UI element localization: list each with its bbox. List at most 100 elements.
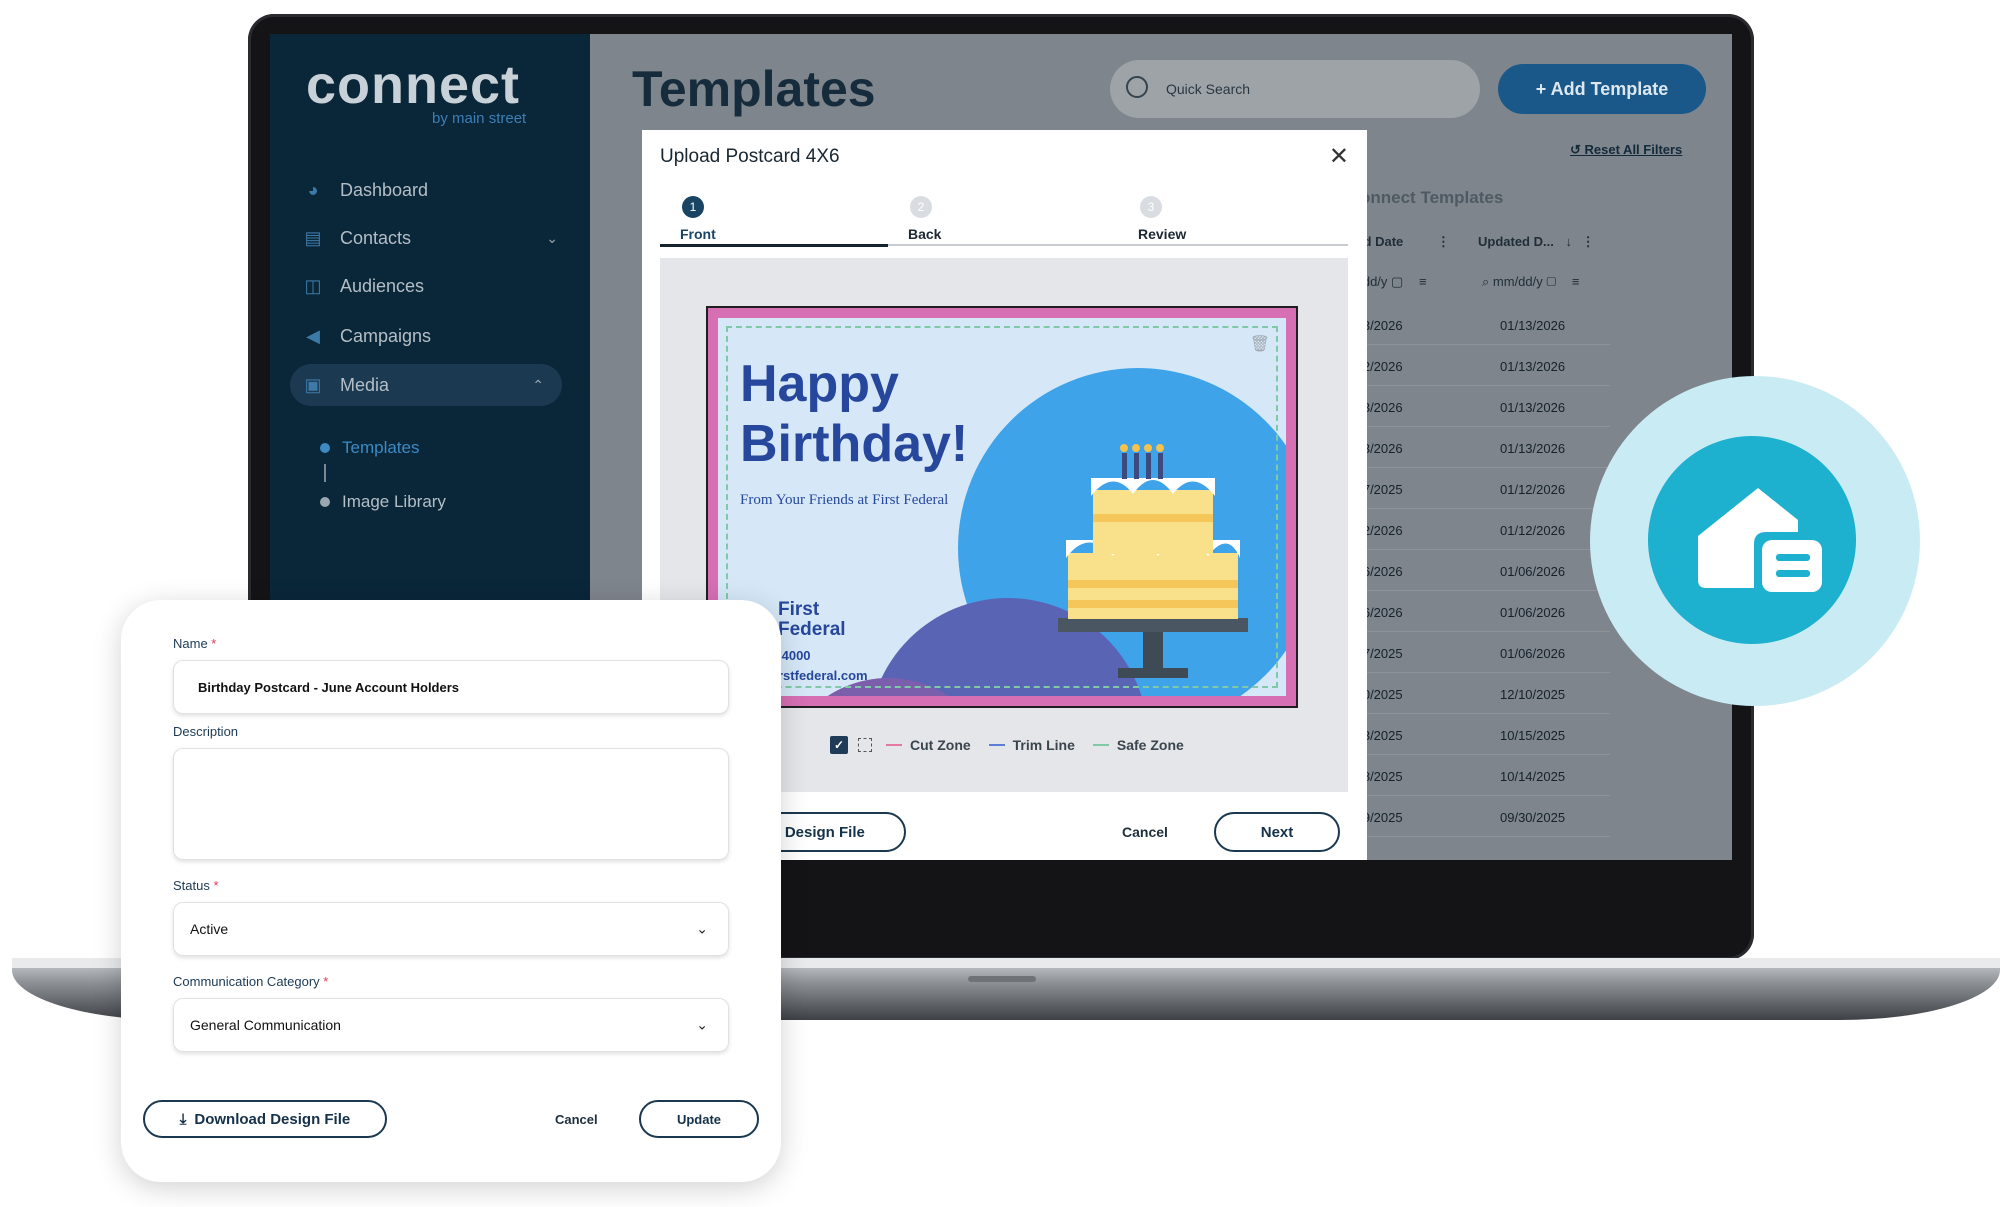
sidebar-item-media[interactable]: ▣ Media ⌃ (290, 364, 562, 406)
checkbox-checked-icon[interactable]: ✓ (830, 736, 848, 754)
category-select[interactable]: General Communication ⌄ (173, 998, 729, 1052)
safe-zone-swatch (1092, 744, 1109, 746)
name-field[interactable]: Birthday Postcard - June Account Holders (173, 660, 729, 714)
step-number: 2 (910, 196, 932, 218)
kebab-icon[interactable]: ⋮ (1582, 234, 1595, 249)
active-step-indicator (660, 244, 888, 247)
name-field-value: Birthday Postcard - June Account Holders (198, 679, 460, 695)
label-text: Name (173, 636, 208, 651)
column-header-updated[interactable]: Updated D... ↓ ⋮ (1478, 234, 1595, 250)
step-review[interactable]: 3 Review (1118, 196, 1186, 242)
table-row[interactable]: /13/2026 01/13/2026 (1350, 427, 1610, 468)
active-dot (320, 443, 330, 453)
chevron-down-icon: ⌄ (546, 229, 558, 246)
table-row[interactable]: /06/2026 01/06/2026 (1350, 550, 1610, 591)
house-card-icon (1698, 488, 1822, 592)
table-row[interactable]: /08/2025 10/14/2025 (1350, 755, 1610, 796)
legend-trim-line: Trim Line (988, 737, 1075, 753)
zone-legend: ✓ Cut Zone Trim Line Safe Zone (830, 736, 1202, 754)
page-title: Templates (632, 61, 876, 117)
inactive-dot (320, 497, 330, 507)
updated-date-cell: 01/06/2026 (1500, 564, 1566, 579)
postcard-brand-line2: Federal (778, 619, 846, 640)
legend-safe-zone: Safe Zone (1092, 737, 1184, 753)
chevron-down-icon: ⌄ (696, 920, 708, 937)
updated-date-cell: 01/13/2026 (1500, 359, 1566, 374)
modal-title: Upload Postcard 4X6 (660, 146, 840, 167)
step-number: 3 (1140, 196, 1162, 218)
filter-icon[interactable]: ≡ (1419, 274, 1427, 289)
updated-date-cell: 10/14/2025 (1500, 769, 1566, 784)
sidebar-item-audiences[interactable]: ◫ Audiences (302, 266, 424, 306)
modal-cancel-button[interactable]: Cancel (1122, 824, 1168, 840)
sidebar-item-campaigns[interactable]: ◀ Campaigns (302, 316, 431, 356)
tab-connect-templates[interactable]: onnect Templates (1360, 188, 1503, 208)
sidebar-subitem-image-library[interactable]: Image Library (320, 492, 446, 512)
search-icon (1126, 76, 1148, 98)
reset-filters-label: Reset All Filters (1584, 142, 1683, 157)
updated-date-cell: 01/13/2026 (1500, 400, 1566, 415)
status-label: Status * (173, 878, 219, 893)
updated-date-cell: 09/30/2025 (1500, 810, 1566, 825)
search-placeholder: Quick Search (1166, 81, 1251, 97)
table-row[interactable]: /17/2025 01/06/2026 (1350, 632, 1610, 673)
table-row[interactable]: /09/2025 09/30/2025 (1350, 796, 1610, 837)
table-row[interactable]: /06/2026 01/06/2026 (1350, 591, 1610, 632)
legend-label: Cut Zone (910, 737, 971, 753)
legend-cut-zone: Cut Zone (886, 737, 971, 753)
status-select-value: Active (190, 921, 229, 937)
sort-down-icon[interactable]: ↓ (1565, 234, 1572, 249)
postcard-title: Happy Birthday! (740, 354, 968, 474)
description-field[interactable] (173, 748, 729, 860)
chevron-up-icon: ⌃ (532, 376, 544, 393)
updated-date-cell: 01/12/2026 (1500, 482, 1566, 497)
download-icon: ⤓ (179, 1110, 187, 1128)
status-select[interactable]: Active ⌄ (173, 902, 729, 956)
required-marker: * (207, 636, 217, 651)
next-button[interactable]: Next (1214, 812, 1340, 852)
sidebar-subitem-label: Image Library (342, 492, 446, 511)
button-label: Download Design File (194, 1110, 351, 1128)
table-row[interactable]: /12/2026 01/12/2026 (1350, 509, 1610, 550)
table-row[interactable]: /10/2025 12/10/2025 (1350, 673, 1610, 714)
laptop-notch (968, 976, 1036, 982)
table-row[interactable]: /12/2026 01/13/2026 (1350, 345, 1610, 386)
template-edit-card: Name * Birthday Postcard - June Account … (121, 600, 781, 1182)
postcard-title-line2: Birthday! (740, 415, 969, 473)
postcard-artwork: Happy Birthday! From Your Friends at Fir… (718, 318, 1286, 696)
stepper: 1 Front 2 Back 3 Review (660, 196, 1348, 247)
download-design-file-button[interactable]: ⤓ Download Design File (143, 1100, 387, 1138)
filter-icon[interactable]: ≡ (1572, 274, 1580, 289)
updated-date-cell: 01/06/2026 (1500, 646, 1566, 661)
update-button[interactable]: Update (639, 1100, 759, 1138)
table-row[interactable]: /23/2025 10/15/2025 (1350, 714, 1610, 755)
sidebar-subitem-label: Templates (342, 438, 420, 457)
form-cancel-button[interactable]: Cancel (555, 1112, 598, 1127)
filter-updated-input[interactable]: ⌕ mm/dd/y ▢ ≡ (1482, 274, 1579, 290)
sidebar-item-label: Contacts (340, 227, 412, 248)
table-row[interactable]: /13/2026 01/13/2026 (1350, 304, 1610, 345)
search-input[interactable]: Quick Search (1110, 60, 1480, 118)
kebab-icon[interactable]: ⋮ (1437, 234, 1450, 249)
dashed-box-icon[interactable] (858, 738, 872, 752)
updated-date-cell: 01/12/2026 (1500, 523, 1566, 538)
add-template-button[interactable]: + Add Template (1498, 64, 1706, 114)
reset-filters-link[interactable]: ↺ Reset All Filters (1570, 142, 1682, 158)
category-select-value: General Communication (190, 1017, 341, 1033)
sidebar-item-contacts[interactable]: ▤ Contacts ⌄ (302, 218, 558, 258)
template-icon-badge (1648, 436, 1856, 644)
postcard-brand-line1: First (778, 599, 820, 620)
table-row[interactable]: /13/2026 01/13/2026 (1350, 386, 1610, 427)
logo-tagline: by main street (432, 110, 527, 127)
step-front[interactable]: 1 Front (660, 196, 716, 242)
sidebar-subitem-templates[interactable]: Templates (320, 438, 419, 458)
table-row[interactable]: /17/2025 01/12/2026 (1350, 468, 1610, 509)
chevron-down-icon: ⌄ (696, 1016, 708, 1033)
sidebar-item-dashboard[interactable]: ◕ Dashboard (302, 170, 429, 210)
required-marker: * (319, 974, 329, 989)
logo: connect (306, 55, 521, 115)
close-icon[interactable]: ✕ (1329, 142, 1349, 171)
trash-icon[interactable]: 🗑 (1250, 334, 1270, 354)
step-back[interactable]: 2 Back (888, 196, 941, 242)
updated-date-cell: 01/13/2026 (1500, 318, 1566, 333)
